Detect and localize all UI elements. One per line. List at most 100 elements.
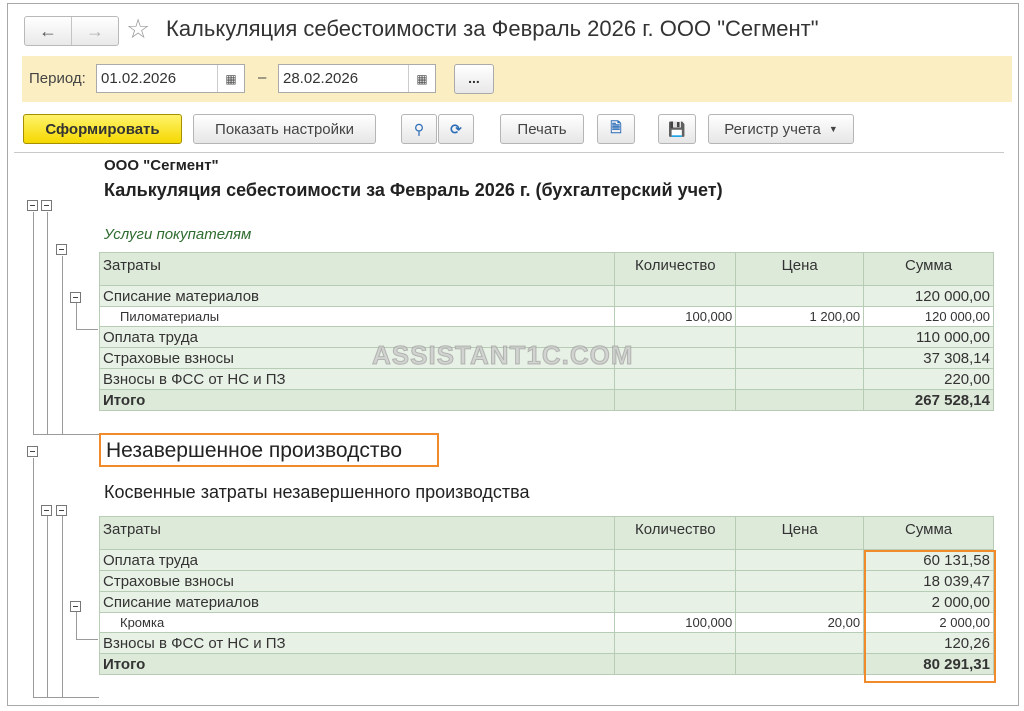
search-icon: ⚲: [413, 120, 425, 137]
period-to-value: 28.02.2026: [283, 70, 359, 87]
column-header: Сумма: [863, 252, 994, 286]
cost-label: Оплата труда: [98, 549, 616, 571]
nav-buttons: ← →: [24, 16, 119, 46]
organization-name: ООО "Сегмент": [104, 157, 219, 174]
title-bar: ← → ☆ Калькуляция себестоимости за Февра…: [8, 4, 1018, 54]
collapse-icon[interactable]: [70, 601, 81, 612]
quantity-cell: [614, 368, 737, 390]
price-cell: [735, 549, 865, 571]
register-dropdown[interactable]: Регистр учета ▼: [708, 114, 854, 144]
cost-label: Кромка: [98, 612, 616, 633]
empty-cell: [735, 653, 865, 675]
quantity-cell: 100,000: [614, 306, 737, 327]
quantity-cell: [614, 549, 737, 571]
tree-line: [76, 612, 77, 639]
period-bar: Период: 01.02.2026 ▦ – 28.02.2026 ▦ ...: [22, 56, 1012, 102]
period-select-button[interactable]: ...: [454, 64, 494, 94]
section-title: Услуги покупателям: [104, 226, 252, 243]
price-cell: [735, 285, 865, 307]
back-arrow-icon[interactable]: ←: [25, 17, 72, 45]
total-row: Итого 267 528,14: [98, 389, 994, 411]
table-row: Взносы в ФСС от НС и ПЗ 120,26: [98, 632, 994, 654]
sum-cell: 120,26: [863, 632, 994, 654]
table-row: Оплата труда 60 131,58: [98, 549, 994, 571]
empty-cell: [614, 389, 737, 411]
print-preview-button[interactable]: 🗎: [597, 114, 635, 144]
cost-label: Взносы в ФСС от НС и ПЗ: [98, 368, 616, 390]
table-row: Страховые взносы 18 039,47: [98, 570, 994, 592]
cost-label: Страховые взносы: [98, 570, 616, 592]
sum-cell: 18 039,47: [863, 570, 994, 592]
section-title: Косвенные затраты незавершенного произво…: [104, 482, 530, 502]
table-header-row: Затраты Количество Цена Сумма: [98, 516, 994, 550]
collapse-icon[interactable]: [27, 200, 38, 211]
cost-label: Списание материалов: [98, 591, 616, 613]
star-favorite-icon[interactable]: ☆: [126, 14, 150, 44]
table-row: Взносы в ФСС от НС и ПЗ 220,00: [98, 368, 994, 390]
sum-cell: 110 000,00: [863, 326, 994, 348]
dropdown-arrow-icon: ▼: [828, 124, 838, 134]
collapse-icon[interactable]: [56, 244, 67, 255]
save-button[interactable]: 💾: [658, 114, 696, 144]
calendar-icon[interactable]: ▦: [408, 65, 435, 92]
tree-line: [33, 697, 99, 698]
tree-line: [47, 516, 48, 698]
tree-line: [76, 329, 98, 330]
quantity-cell: 100,000: [614, 612, 737, 633]
table-row: Пиломатериалы 100,000 1 200,00 120 000,0…: [98, 306, 994, 327]
empty-cell: [735, 389, 865, 411]
sum-cell: 220,00: [863, 368, 994, 390]
period-to-field[interactable]: 28.02.2026 ▦: [278, 64, 436, 93]
price-cell: [735, 632, 865, 654]
search-button[interactable]: ⚲: [401, 114, 437, 144]
collapse-icon[interactable]: [70, 292, 81, 303]
period-from-value: 01.02.2026: [101, 70, 177, 87]
tree-line: [33, 434, 99, 435]
price-cell: 20,00: [735, 612, 865, 633]
price-cell: 1 200,00: [735, 306, 865, 327]
column-header: Затраты: [98, 252, 616, 286]
quantity-cell: [614, 285, 737, 307]
price-cell: [735, 591, 865, 613]
tree-line: [62, 516, 63, 698]
table-header-row: Затраты Количество Цена Сумма: [98, 252, 994, 286]
calendar-icon[interactable]: ▦: [217, 65, 244, 92]
table-row: Списание материалов 2 000,00: [98, 591, 994, 613]
print-button[interactable]: Печать: [500, 114, 584, 144]
search-next-button[interactable]: ⟳: [438, 114, 474, 144]
sum-cell: 60 131,58: [863, 549, 994, 571]
collapse-icon[interactable]: [56, 505, 67, 516]
sum-cell: 2 000,00: [863, 591, 994, 613]
collapse-icon[interactable]: [41, 505, 52, 516]
show-settings-button[interactable]: Показать настройки: [193, 114, 376, 144]
collapse-icon[interactable]: [27, 446, 38, 457]
total-label: Итого: [98, 653, 616, 675]
tree-line: [76, 639, 98, 640]
register-label: Регистр учета: [724, 120, 821, 138]
column-header: Количество: [614, 252, 737, 286]
cost-table-wip: Затраты Количество Цена Сумма Оплата тру…: [98, 516, 994, 675]
total-row: Итого 80 291,31: [98, 653, 994, 675]
tree-line: [33, 458, 34, 698]
cost-label: Списание материалов: [98, 285, 616, 307]
period-separator: –: [258, 69, 267, 86]
column-header: Затраты: [98, 516, 616, 550]
total-sum: 80 291,31: [863, 653, 994, 675]
price-cell: [735, 326, 865, 348]
empty-cell: [614, 653, 737, 675]
sum-cell: 120 000,00: [863, 285, 994, 307]
price-cell: [735, 347, 865, 369]
column-header: Цена: [735, 516, 865, 550]
period-label: Период:: [29, 70, 86, 87]
search-next-icon: ⟳: [450, 120, 462, 137]
total-sum: 267 528,14: [863, 389, 994, 411]
forward-arrow-icon[interactable]: →: [72, 17, 118, 45]
period-from-field[interactable]: 01.02.2026 ▦: [96, 64, 245, 93]
cost-table-services: Затраты Количество Цена Сумма Списание м…: [98, 252, 994, 411]
table-row: Списание материалов 120 000,00: [98, 285, 994, 307]
cost-label: Пиломатериалы: [98, 306, 616, 327]
collapse-icon[interactable]: [41, 200, 52, 211]
total-label: Итого: [98, 389, 616, 411]
price-cell: [735, 368, 865, 390]
generate-button[interactable]: Сформировать: [23, 114, 182, 144]
